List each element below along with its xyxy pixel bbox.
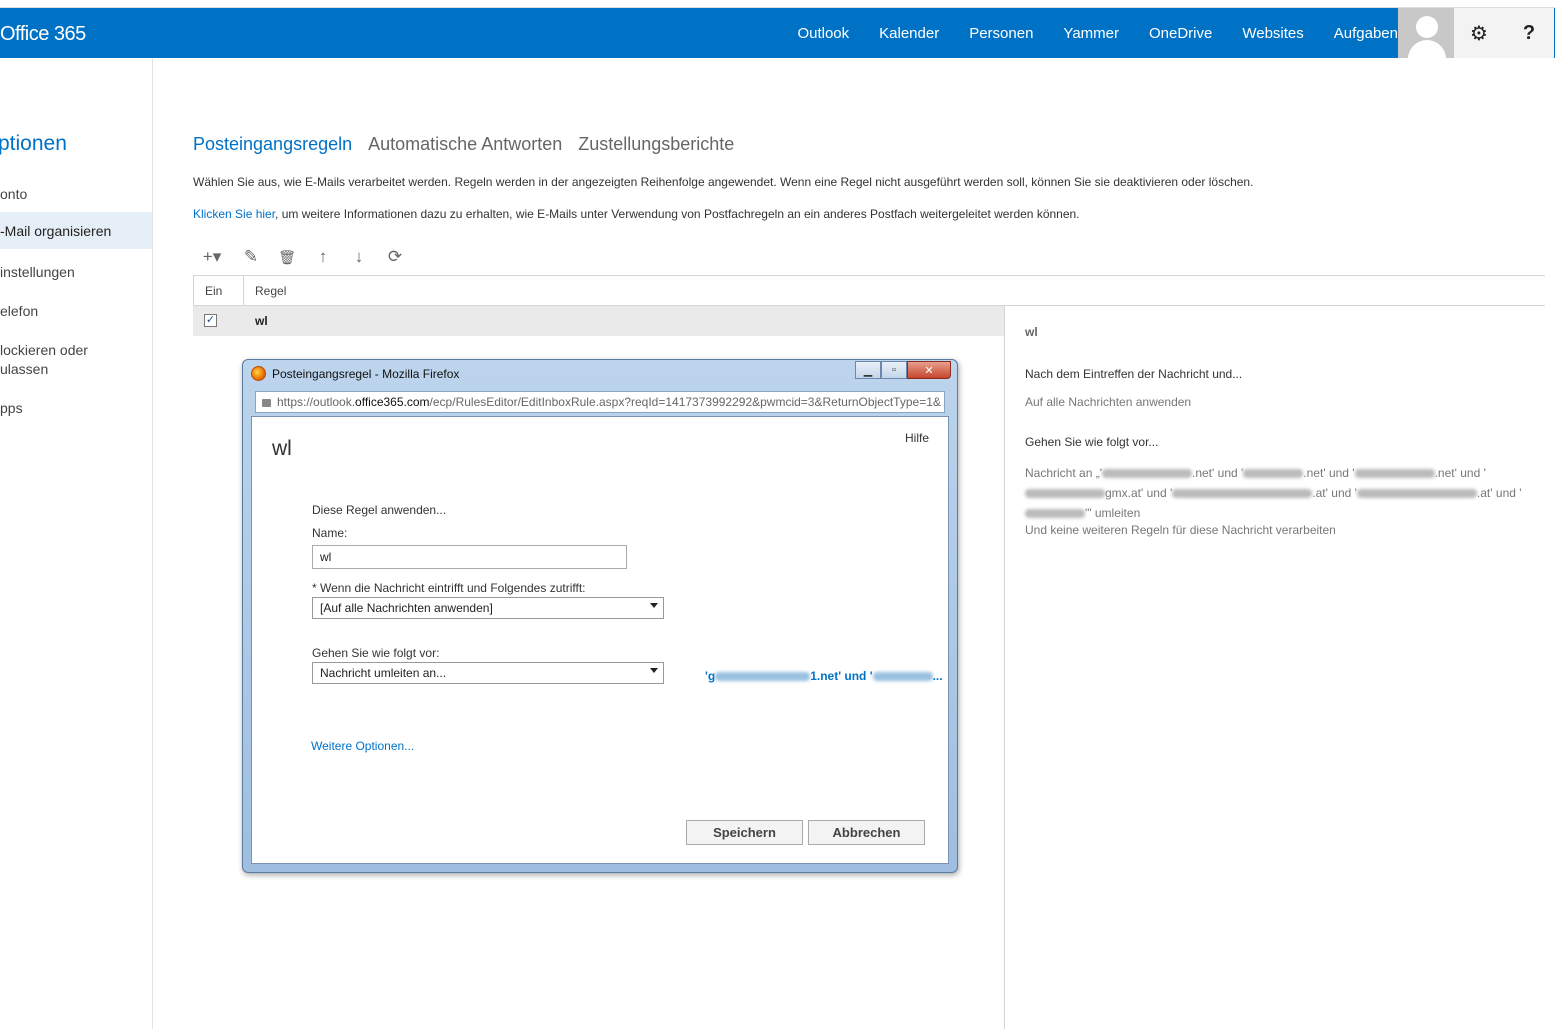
detail-action-heading: Gehen Sie wie folgt vor... <box>1025 435 1159 449</box>
name-field[interactable] <box>312 545 627 569</box>
nav-aufgaben[interactable]: Aufgaben <box>1334 25 1398 42</box>
maximize-icon[interactable]: ▫ <box>881 361 907 379</box>
gear-icon[interactable]: ⚙ <box>1454 8 1504 58</box>
delete-icon[interactable]: 🗑 <box>276 246 298 268</box>
rule-dialog-window: Posteingangsregel - Mozilla Firefox ▁ ▫ … <box>242 359 958 873</box>
rules-grid-header: Ein Regel <box>193 275 1545 306</box>
add-icon[interactable]: +▾ <box>198 246 226 268</box>
move-down-icon[interactable]: ↓ <box>348 246 370 268</box>
more-options-link[interactable]: Weitere Optionen... <box>311 739 414 753</box>
top-strip <box>0 0 1555 8</box>
tab-bar: Posteingangsregeln Automatische Antworte… <box>193 134 734 155</box>
nav-websites[interactable]: Websites <box>1242 25 1303 42</box>
minimize-icon[interactable]: ▁ <box>855 361 881 379</box>
options-sidebar: ptionen onto -Mail organisieren instellu… <box>0 58 153 1029</box>
condition-select[interactable]: [Auf alle Nachrichten anwenden] <box>312 597 664 619</box>
edit-icon[interactable]: ✎ <box>240 246 262 268</box>
dialog-content: wl Hilfe Diese Regel anwenden... Name: *… <box>251 416 949 864</box>
tab-posteingangsregeln[interactable]: Posteingangsregeln <box>193 134 352 155</box>
sidebar-item-telefon[interactable]: elefon <box>0 302 152 321</box>
action-select[interactable]: Nachricht umleiten an... <box>312 662 664 684</box>
detail-condition-value: Auf alle Nachrichten anwenden <box>1025 395 1192 409</box>
name-label: Name: <box>312 526 348 540</box>
move-up-icon[interactable]: ↑ <box>312 246 334 268</box>
suite-header: Office 365 Outlook Kalender Personen Yam… <box>0 8 1555 58</box>
sidebar-title: ptionen <box>0 132 67 155</box>
nav-kalender[interactable]: Kalender <box>879 25 939 42</box>
help-link[interactable]: Hilfe <box>905 431 929 445</box>
condition-label: * Wenn die Nachricht eintrifft und Folge… <box>312 581 586 595</box>
brand-logo[interactable]: Office 365 <box>0 23 86 46</box>
tab-automatische-antworten[interactable]: Automatische Antworten <box>368 134 562 155</box>
rule-name: wl <box>255 314 268 328</box>
rule-enabled-checkbox[interactable]: ✓ <box>204 314 217 327</box>
column-on[interactable]: Ein <box>193 276 244 306</box>
table-row[interactable]: ✓ wl <box>193 306 1004 336</box>
lock-icon <box>262 399 271 407</box>
url-bar[interactable]: https://outlook.office365.com/ecp/RulesE… <box>255 391 945 413</box>
action-label: Gehen Sie wie folgt vor: <box>312 646 440 660</box>
dialog-heading: wl <box>272 437 292 460</box>
sidebar-item-blockieren[interactable]: lockieren oder ulassen <box>0 341 152 379</box>
avatar-head-icon <box>1416 16 1438 38</box>
detail-title: wl <box>1025 325 1038 339</box>
window-controls: ▁ ▫ ✕ <box>855 361 951 379</box>
nav-yammer[interactable]: Yammer <box>1063 25 1119 42</box>
top-navigation: Outlook Kalender Personen Yammer OneDriv… <box>767 8 1398 58</box>
column-rule[interactable]: Regel <box>255 284 286 298</box>
close-icon[interactable]: ✕ <box>907 361 951 379</box>
sidebar-item-einstellungen[interactable]: instellungen <box>0 263 152 282</box>
recipients-link[interactable]: 'g 1.net' und '... <box>705 669 943 683</box>
chevron-down-icon <box>650 603 658 608</box>
forwarding-info: Klicken Sie hier, um weitere Information… <box>193 207 1080 221</box>
apply-rule-label: Diese Regel anwenden... <box>312 503 447 517</box>
refresh-icon[interactable]: ⟳ <box>384 246 406 268</box>
cancel-button[interactable]: Abbrechen <box>808 820 925 845</box>
nav-outlook[interactable]: Outlook <box>797 25 849 42</box>
nav-personen[interactable]: Personen <box>969 25 1033 42</box>
save-button[interactable]: Speichern <box>686 820 803 845</box>
info-text: , um weitere Informationen dazu zu erhal… <box>275 207 1080 221</box>
avatar-body-icon <box>1408 40 1446 58</box>
tab-zustellungsberichte[interactable]: Zustellungsberichte <box>578 134 734 155</box>
rules-toolbar: +▾ ✎ 🗑 ↑ ↓ ⟳ <box>198 246 406 268</box>
nav-onedrive[interactable]: OneDrive <box>1149 25 1212 42</box>
sidebar-item-email-organisieren[interactable]: -Mail organisieren <box>0 212 152 249</box>
sidebar-item-konto[interactable]: onto <box>0 185 152 204</box>
chevron-down-icon <box>650 668 658 673</box>
info-link[interactable]: Klicken Sie hier <box>193 207 275 221</box>
detail-action-value: Nachricht an „' .net' und ' .net' und ' .ne… <box>1025 466 1522 520</box>
rules-description: Wählen Sie aus, wie E-Mails verarbeitet … <box>193 175 1254 189</box>
panel-divider <box>1004 306 1005 1029</box>
sidebar-item-apps[interactable]: pps <box>0 399 152 418</box>
detail-condition-heading: Nach dem Eintreffen der Nachricht und... <box>1025 367 1243 381</box>
avatar[interactable] <box>1398 8 1454 58</box>
dialog-title: Posteingangsregel - Mozilla Firefox <box>272 366 460 381</box>
dialog-titlebar[interactable]: Posteingangsregel - Mozilla Firefox <box>251 366 459 381</box>
firefox-icon <box>251 366 266 381</box>
detail-stop-processing: Und keine weiteren Regeln für diese Nach… <box>1025 523 1336 537</box>
help-icon[interactable]: ? <box>1504 8 1554 58</box>
